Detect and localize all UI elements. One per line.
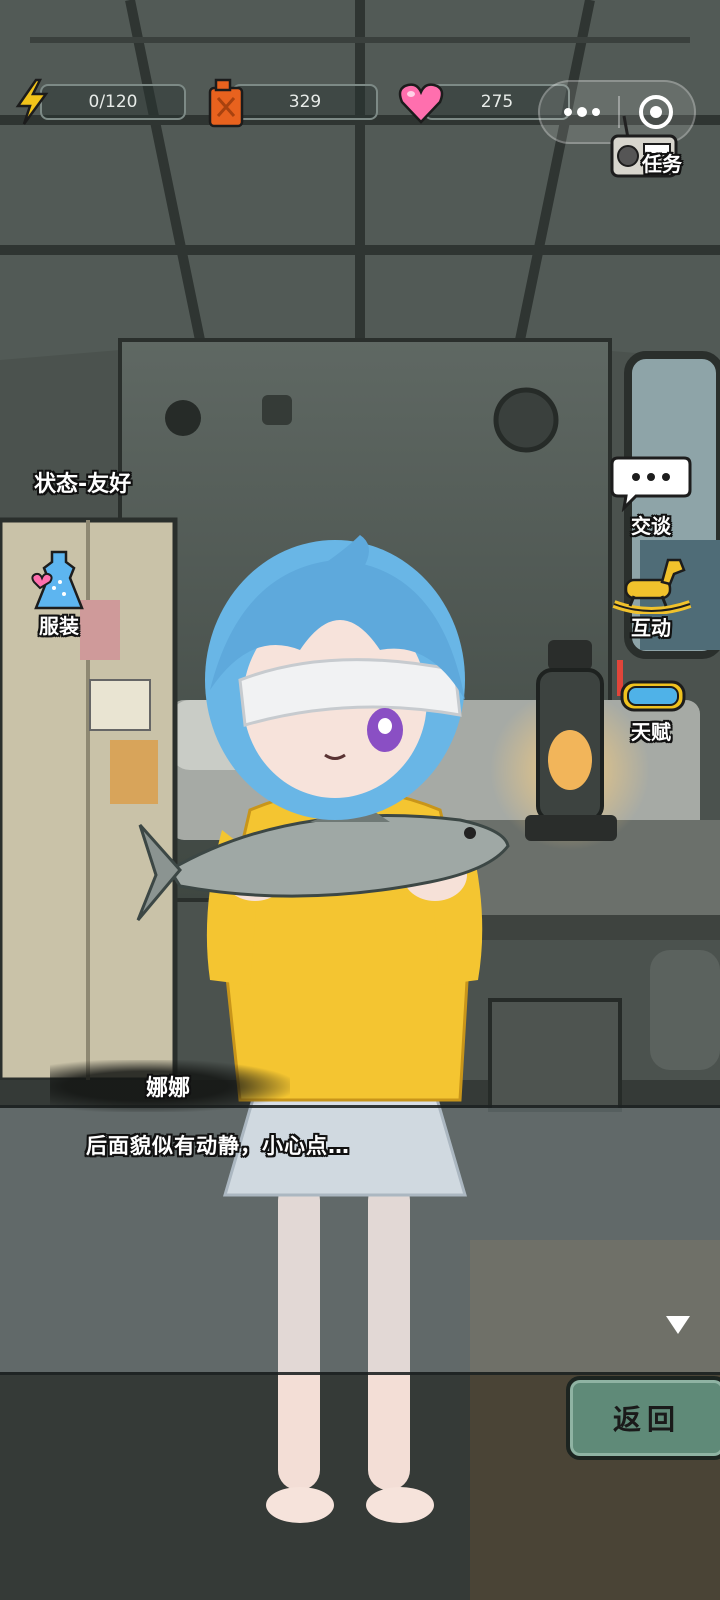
dress-icon [31, 550, 84, 610]
interact-button[interactable]: 互动 [606, 552, 696, 641]
talent-label: 天赋 [631, 720, 671, 744]
heart-icon [398, 83, 444, 124]
rocking-horse-icon [612, 558, 692, 615]
outfit-button[interactable]: 服装 [14, 548, 104, 639]
talent-button[interactable]: 天赋 [606, 656, 696, 745]
character-nana[interactable] [130, 530, 550, 1550]
task-button[interactable]: 任务 [606, 112, 696, 186]
fuel-value: 329 [288, 92, 322, 112]
lightning-icon [15, 78, 49, 125]
talk-button[interactable]: 交谈 [606, 452, 696, 539]
back-button[interactable]: 返回 [566, 1376, 720, 1460]
energy-value: 0/120 [88, 92, 138, 112]
back-label: 返回 [612, 1403, 681, 1436]
dialog-line: 后面貌似有动静，小心点… [86, 1134, 350, 1158]
fuel-can-icon [208, 78, 244, 128]
status-text: 状态-友好 [34, 472, 132, 497]
game-scene: 0/120 329 275 任务 状态-友好 服装 交谈 互动 天赋 娜娜 后面… [0, 0, 720, 1600]
speech-bubble-icon [610, 456, 692, 513]
energy-bar: 0/120 [40, 84, 186, 120]
diving-mask-icon [617, 660, 686, 712]
outfit-label: 服装 [39, 614, 79, 638]
task-label: 任务 [642, 152, 682, 176]
more-dots-icon[interactable] [560, 100, 604, 124]
talk-label: 交谈 [631, 514, 671, 538]
interact-label: 互动 [631, 616, 671, 640]
speaker-name: 娜娜 [146, 1076, 191, 1101]
fuel-bar: 329 [232, 84, 378, 120]
next-arrow-icon[interactable] [664, 1314, 692, 1336]
